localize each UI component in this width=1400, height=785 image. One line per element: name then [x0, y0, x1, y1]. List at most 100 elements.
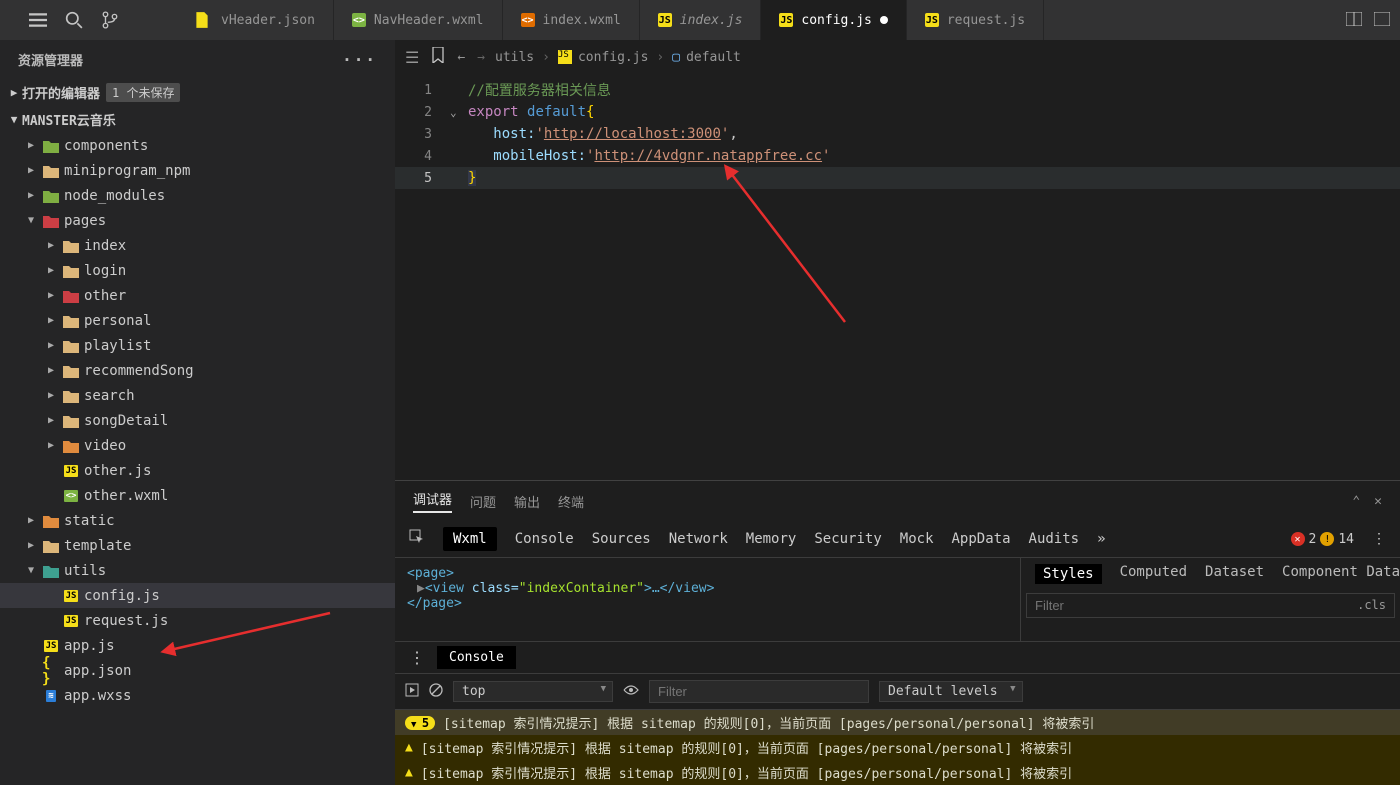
split-layout-icon[interactable]: [1346, 11, 1362, 30]
tab-terminal[interactable]: 终端: [558, 492, 584, 511]
tree-folder-utils[interactable]: ▼utils: [0, 558, 395, 583]
titlebar: vHeader.json <>NavHeader.wxml <>index.wx…: [0, 0, 1400, 40]
section-open-editors[interactable]: ▶ 打开的编辑器 1 个未保存: [0, 79, 395, 106]
menu-icon[interactable]: [27, 9, 49, 31]
tab-problems[interactable]: 问题: [470, 492, 496, 511]
devtools-more-icon[interactable]: »: [1097, 531, 1105, 547]
inspect-icon[interactable]: [409, 529, 425, 549]
bookmark-icon[interactable]: [431, 47, 445, 67]
section-project[interactable]: ▼ MANSTER云音乐: [0, 106, 395, 133]
tab-index-js[interactable]: JSindex.js: [640, 0, 762, 40]
tree-file-config-js[interactable]: JSconfig.js: [0, 583, 395, 608]
tab-label: NavHeader.wxml: [374, 13, 484, 28]
devtools-tab-mock[interactable]: Mock: [900, 531, 934, 547]
tree-folder-songdetail[interactable]: ▶songDetail: [0, 408, 395, 433]
tab-config-js[interactable]: JSconfig.js: [761, 0, 906, 40]
js-icon: JS: [558, 50, 572, 64]
tree-folder-components[interactable]: ▶components: [0, 133, 395, 158]
kebab-icon[interactable]: ⋮: [1372, 531, 1386, 547]
branch-icon[interactable]: [99, 9, 121, 31]
folder-icon: [62, 314, 80, 328]
tree-folder-video[interactable]: ▶video: [0, 433, 395, 458]
tree-folder-recommend[interactable]: ▶recommendSong: [0, 358, 395, 383]
devtools-tab-security[interactable]: Security: [814, 531, 881, 547]
devtools-tab-wxml[interactable]: Wxml: [443, 527, 497, 551]
tree-folder-search[interactable]: ▶search: [0, 383, 395, 408]
devtools-tab-console[interactable]: Console: [515, 531, 574, 547]
breadcrumb-path[interactable]: utils JS config.js ▢ default: [495, 50, 741, 65]
folder-icon: [62, 389, 80, 403]
warning-badge-icon[interactable]: !: [1320, 532, 1334, 546]
toc-icon[interactable]: ☰: [405, 48, 419, 67]
wxml-pane[interactable]: <page> ▶<view class="indexContainer">…</…: [395, 558, 1020, 641]
warning-icon: ▲: [405, 740, 413, 755]
console-filter-input[interactable]: [649, 680, 869, 703]
devtools-tab-appdata[interactable]: AppData: [952, 531, 1011, 547]
tree-folder-static[interactable]: ▶static: [0, 508, 395, 533]
tree-folder-playlist[interactable]: ▶playlist: [0, 333, 395, 358]
tab-label: vHeader.json: [221, 13, 315, 28]
console-drawer-tab[interactable]: Console: [437, 646, 516, 669]
close-icon[interactable]: ✕: [1374, 494, 1382, 509]
styles-tab-componentdata[interactable]: Component Data: [1282, 564, 1400, 584]
styles-tab-dataset[interactable]: Dataset: [1205, 564, 1264, 584]
tree-folder-pages[interactable]: ▼pages: [0, 208, 395, 233]
tree-folder-other[interactable]: ▶other: [0, 283, 395, 308]
devtools-tab-audits[interactable]: Audits: [1029, 531, 1080, 547]
tab-navheader-wxml[interactable]: <>NavHeader.wxml: [334, 0, 503, 40]
styles-filter-input[interactable]: [1027, 594, 1349, 617]
json-icon: [191, 9, 213, 31]
layout-icon[interactable]: [1374, 11, 1390, 30]
breadcrumb-item[interactable]: config.js: [578, 50, 648, 65]
log-row[interactable]: ▲ [sitemap 索引情况提示] 根据 sitemap 的规则[0]，当前页…: [395, 735, 1400, 760]
devtools-tabs: Wxml Console Sources Network Memory Secu…: [395, 521, 1400, 558]
console-toolbar: top Default levels: [395, 674, 1400, 710]
search-icon[interactable]: [63, 9, 85, 31]
devtools-tab-memory[interactable]: Memory: [746, 531, 797, 547]
styles-tab-styles[interactable]: Styles: [1035, 564, 1102, 584]
cls-toggle[interactable]: .cls: [1349, 594, 1394, 617]
breadcrumb-item[interactable]: default: [686, 50, 741, 65]
code-editor[interactable]: 1//配置服务器相关信息 2⌄export default{ 3 host:'h…: [395, 75, 1400, 480]
log-row[interactable]: ▲ [sitemap 索引情况提示] 根据 sitemap 的规则[0]，当前页…: [395, 760, 1400, 785]
play-icon[interactable]: [405, 683, 419, 701]
tree-file-request-js[interactable]: JSrequest.js: [0, 608, 395, 633]
nav-forward-icon[interactable]: →: [477, 50, 485, 65]
titlebar-right-icons: [1346, 11, 1400, 30]
log-row[interactable]: 5 [sitemap 索引情况提示] 根据 sitemap 的规则[0]，当前页…: [395, 710, 1400, 735]
styles-tab-computed[interactable]: Computed: [1120, 564, 1187, 584]
nav-back-icon[interactable]: ←: [457, 50, 465, 65]
tree-folder-nodemodules[interactable]: ▶node_modules: [0, 183, 395, 208]
clear-icon[interactable]: [429, 683, 443, 701]
context-select[interactable]: top: [453, 681, 613, 702]
folder-icon: [62, 289, 80, 303]
more-icon[interactable]: ···: [342, 50, 377, 69]
tree-file-other-js[interactable]: JSother.js: [0, 458, 395, 483]
tree-file-app-json[interactable]: { }app.json: [0, 658, 395, 683]
chevron-up-icon[interactable]: ⌃: [1352, 494, 1360, 509]
tree-folder-login[interactable]: ▶login: [0, 258, 395, 283]
devtools-tab-sources[interactable]: Sources: [592, 531, 651, 547]
tree-folder-template[interactable]: ▶template: [0, 533, 395, 558]
tree-folder-miniprogram[interactable]: ▶miniprogram_npm: [0, 158, 395, 183]
levels-select[interactable]: Default levels: [879, 681, 1023, 702]
breadcrumb-item[interactable]: utils: [495, 50, 534, 65]
js-icon: JS: [42, 640, 60, 652]
error-badge-icon[interactable]: ✕: [1291, 532, 1305, 546]
tab-index-wxml[interactable]: <>index.wxml: [503, 0, 640, 40]
tab-vheader-json[interactable]: vHeader.json: [173, 0, 334, 40]
kebab-icon[interactable]: ⋮: [409, 648, 425, 667]
tree-folder-personal[interactable]: ▶personal: [0, 308, 395, 333]
eye-icon[interactable]: [623, 682, 639, 702]
tree-file-app-wxss[interactable]: ≋app.wxss: [0, 683, 395, 708]
warning-icon: ▲: [405, 765, 413, 780]
tree-folder-index[interactable]: ▶index: [0, 233, 395, 258]
sidebar: 资源管理器 ··· ▶ 打开的编辑器 1 个未保存 ▼ MANSTER云音乐 ▶…: [0, 40, 395, 785]
fold-icon[interactable]: ⌄: [450, 106, 468, 119]
tab-output[interactable]: 输出: [514, 492, 540, 511]
expander-badge[interactable]: 5: [405, 716, 435, 730]
tab-debugger[interactable]: 调试器: [413, 489, 452, 513]
tab-request-js[interactable]: JSrequest.js: [907, 0, 1044, 40]
tree-file-other-wxml[interactable]: <>other.wxml: [0, 483, 395, 508]
devtools-tab-network[interactable]: Network: [669, 531, 728, 547]
